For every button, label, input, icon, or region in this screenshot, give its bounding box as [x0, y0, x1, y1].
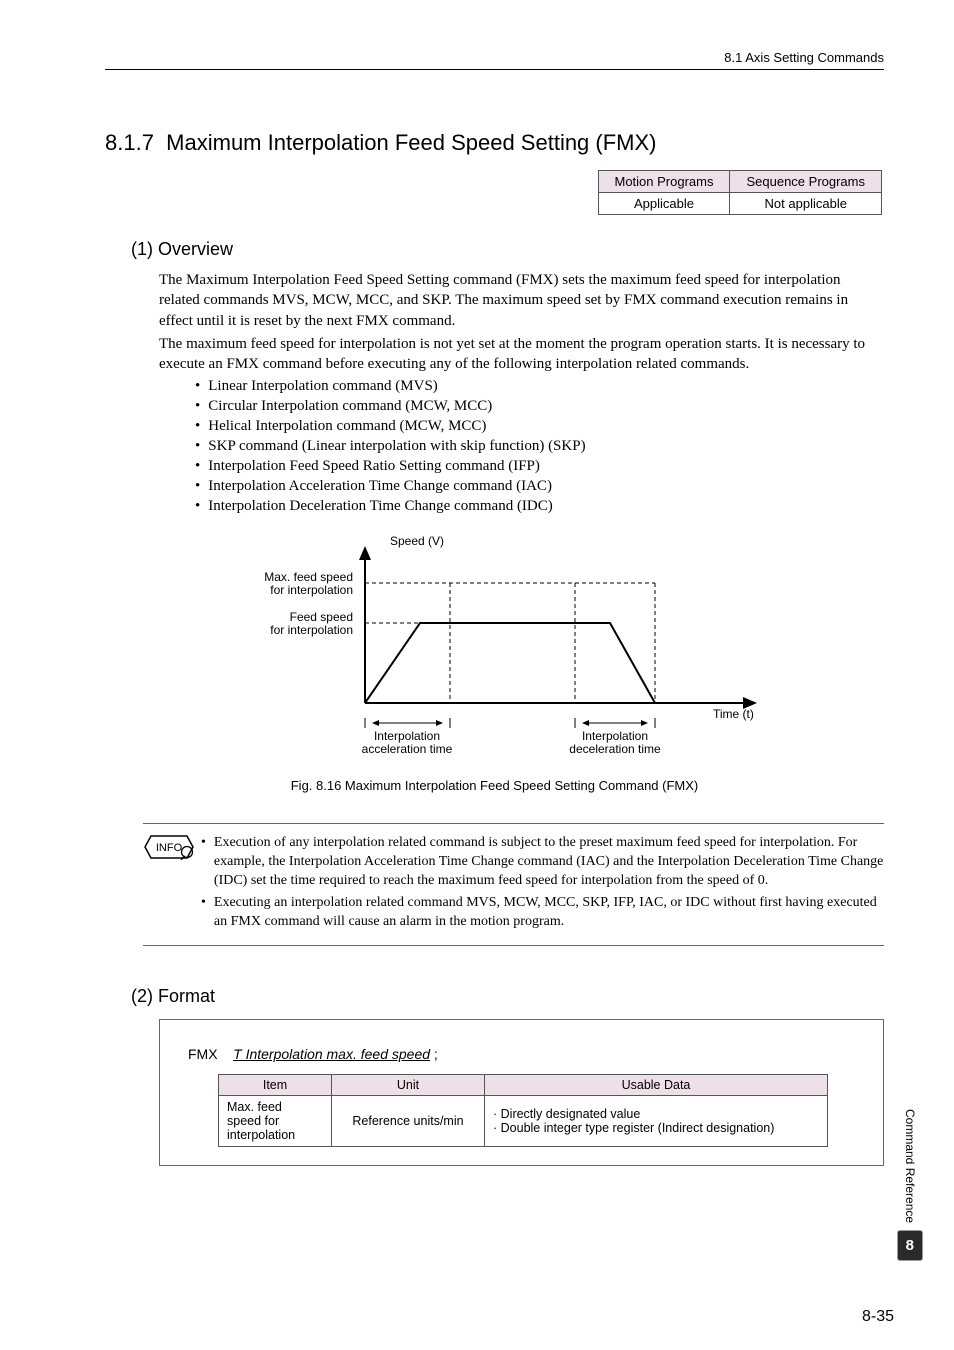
chapter-badge: 8	[898, 1231, 922, 1260]
acc-label-1: Interpolation	[373, 729, 439, 743]
fmt-header-unit: Unit	[332, 1074, 485, 1095]
side-tab: Command Reference 8	[898, 1109, 922, 1260]
bullet-item: Interpolation Feed Speed Ratio Setting c…	[195, 458, 884, 475]
format-table: Item Unit Usable Data Max. feed speed fo…	[218, 1074, 828, 1147]
info-block: INFO Execution of any interpolation rela…	[143, 823, 884, 945]
cmd-semicolon: ;	[434, 1046, 438, 1062]
acc-label-2: acceleration time	[361, 742, 452, 756]
side-tab-label: Command Reference	[903, 1109, 917, 1223]
fmt-cell-data: · Directly designated value · Double int…	[485, 1095, 828, 1146]
overview-body: The Maximum Interpolation Feed Speed Set…	[159, 270, 882, 374]
info-list: Execution of any interpolation related c…	[201, 834, 884, 934]
bullet-item: Helical Interpolation command (MCW, MCC)	[195, 418, 884, 435]
bullet-item: Linear Interpolation command (MVS)	[195, 378, 884, 395]
bullet-item: Interpolation Acceleration Time Change c…	[195, 478, 884, 495]
format-heading: (2) Format	[131, 986, 884, 1007]
feed-speed-label-2: for interpolation	[270, 623, 353, 637]
axis-x-label: Time (t)	[713, 707, 754, 721]
page-number: 8-35	[862, 1308, 894, 1326]
info-item: Execution of any interpolation related c…	[201, 834, 884, 891]
svg-text:INFO: INFO	[156, 842, 183, 854]
section-heading: 8.1.7 Maximum Interpolation Feed Speed S…	[105, 130, 884, 156]
fmt-cell-item: Max. feed speed for interpolation	[219, 1095, 332, 1146]
axis-y-label: Speed (V)	[390, 534, 444, 548]
info-icon: INFO	[143, 834, 201, 866]
breadcrumb: 8.1 Axis Setting Commands	[724, 50, 884, 65]
bullet-item: Circular Interpolation command (MCW, MCC…	[195, 398, 884, 415]
cmd-param: T Interpolation max. feed speed	[233, 1046, 430, 1062]
bullet-item: Interpolation Deceleration Time Change c…	[195, 498, 884, 515]
feed-speed-label-1: Feed speed	[289, 610, 352, 624]
dec-label-1: Interpolation	[581, 729, 647, 743]
max-speed-label-2: for interpolation	[270, 583, 353, 597]
dec-label-2: deceleration time	[569, 742, 661, 756]
overview-heading: (1) Overview	[131, 239, 884, 260]
fmt-header-item: Item	[219, 1074, 332, 1095]
max-speed-label-1: Max. feed speed	[264, 570, 353, 584]
syntax-line: FMX T Interpolation max. feed speed ;	[188, 1046, 855, 1062]
bullet-item: SKP command (Linear interpolation with s…	[195, 438, 884, 455]
applicability-table: Motion Programs Sequence Programs Applic…	[598, 170, 883, 215]
header-rule	[105, 69, 884, 70]
appl-cell-motion: Applicable	[598, 193, 730, 215]
section-title: Maximum Interpolation Feed Speed Setting…	[166, 130, 656, 155]
appl-cell-sequence: Not applicable	[730, 193, 882, 215]
figure-speed-time: Speed (V) Time (t) Max. feed speed for i…	[105, 533, 884, 793]
overview-bullet-list: Linear Interpolation command (MVS) Circu…	[195, 378, 884, 515]
figure-caption: Fig. 8.16 Maximum Interpolation Feed Spe…	[105, 778, 884, 793]
page-header: 8.1 Axis Setting Commands	[105, 50, 884, 65]
appl-header-motion: Motion Programs	[598, 171, 730, 193]
format-box: FMX T Interpolation max. feed speed ; It…	[159, 1019, 884, 1166]
appl-header-sequence: Sequence Programs	[730, 171, 882, 193]
section-number: 8.1.7	[105, 130, 154, 155]
overview-para-2: The maximum feed speed for interpolation…	[159, 334, 882, 375]
speed-chart-svg: Speed (V) Time (t) Max. feed speed for i…	[215, 533, 775, 763]
fmt-header-data: Usable Data	[485, 1074, 828, 1095]
overview-para-1: The Maximum Interpolation Feed Speed Set…	[159, 270, 882, 331]
fmt-cell-unit: Reference units/min	[332, 1095, 485, 1146]
info-item: Executing an interpolation related comma…	[201, 894, 884, 932]
cmd-name: FMX	[188, 1046, 218, 1062]
